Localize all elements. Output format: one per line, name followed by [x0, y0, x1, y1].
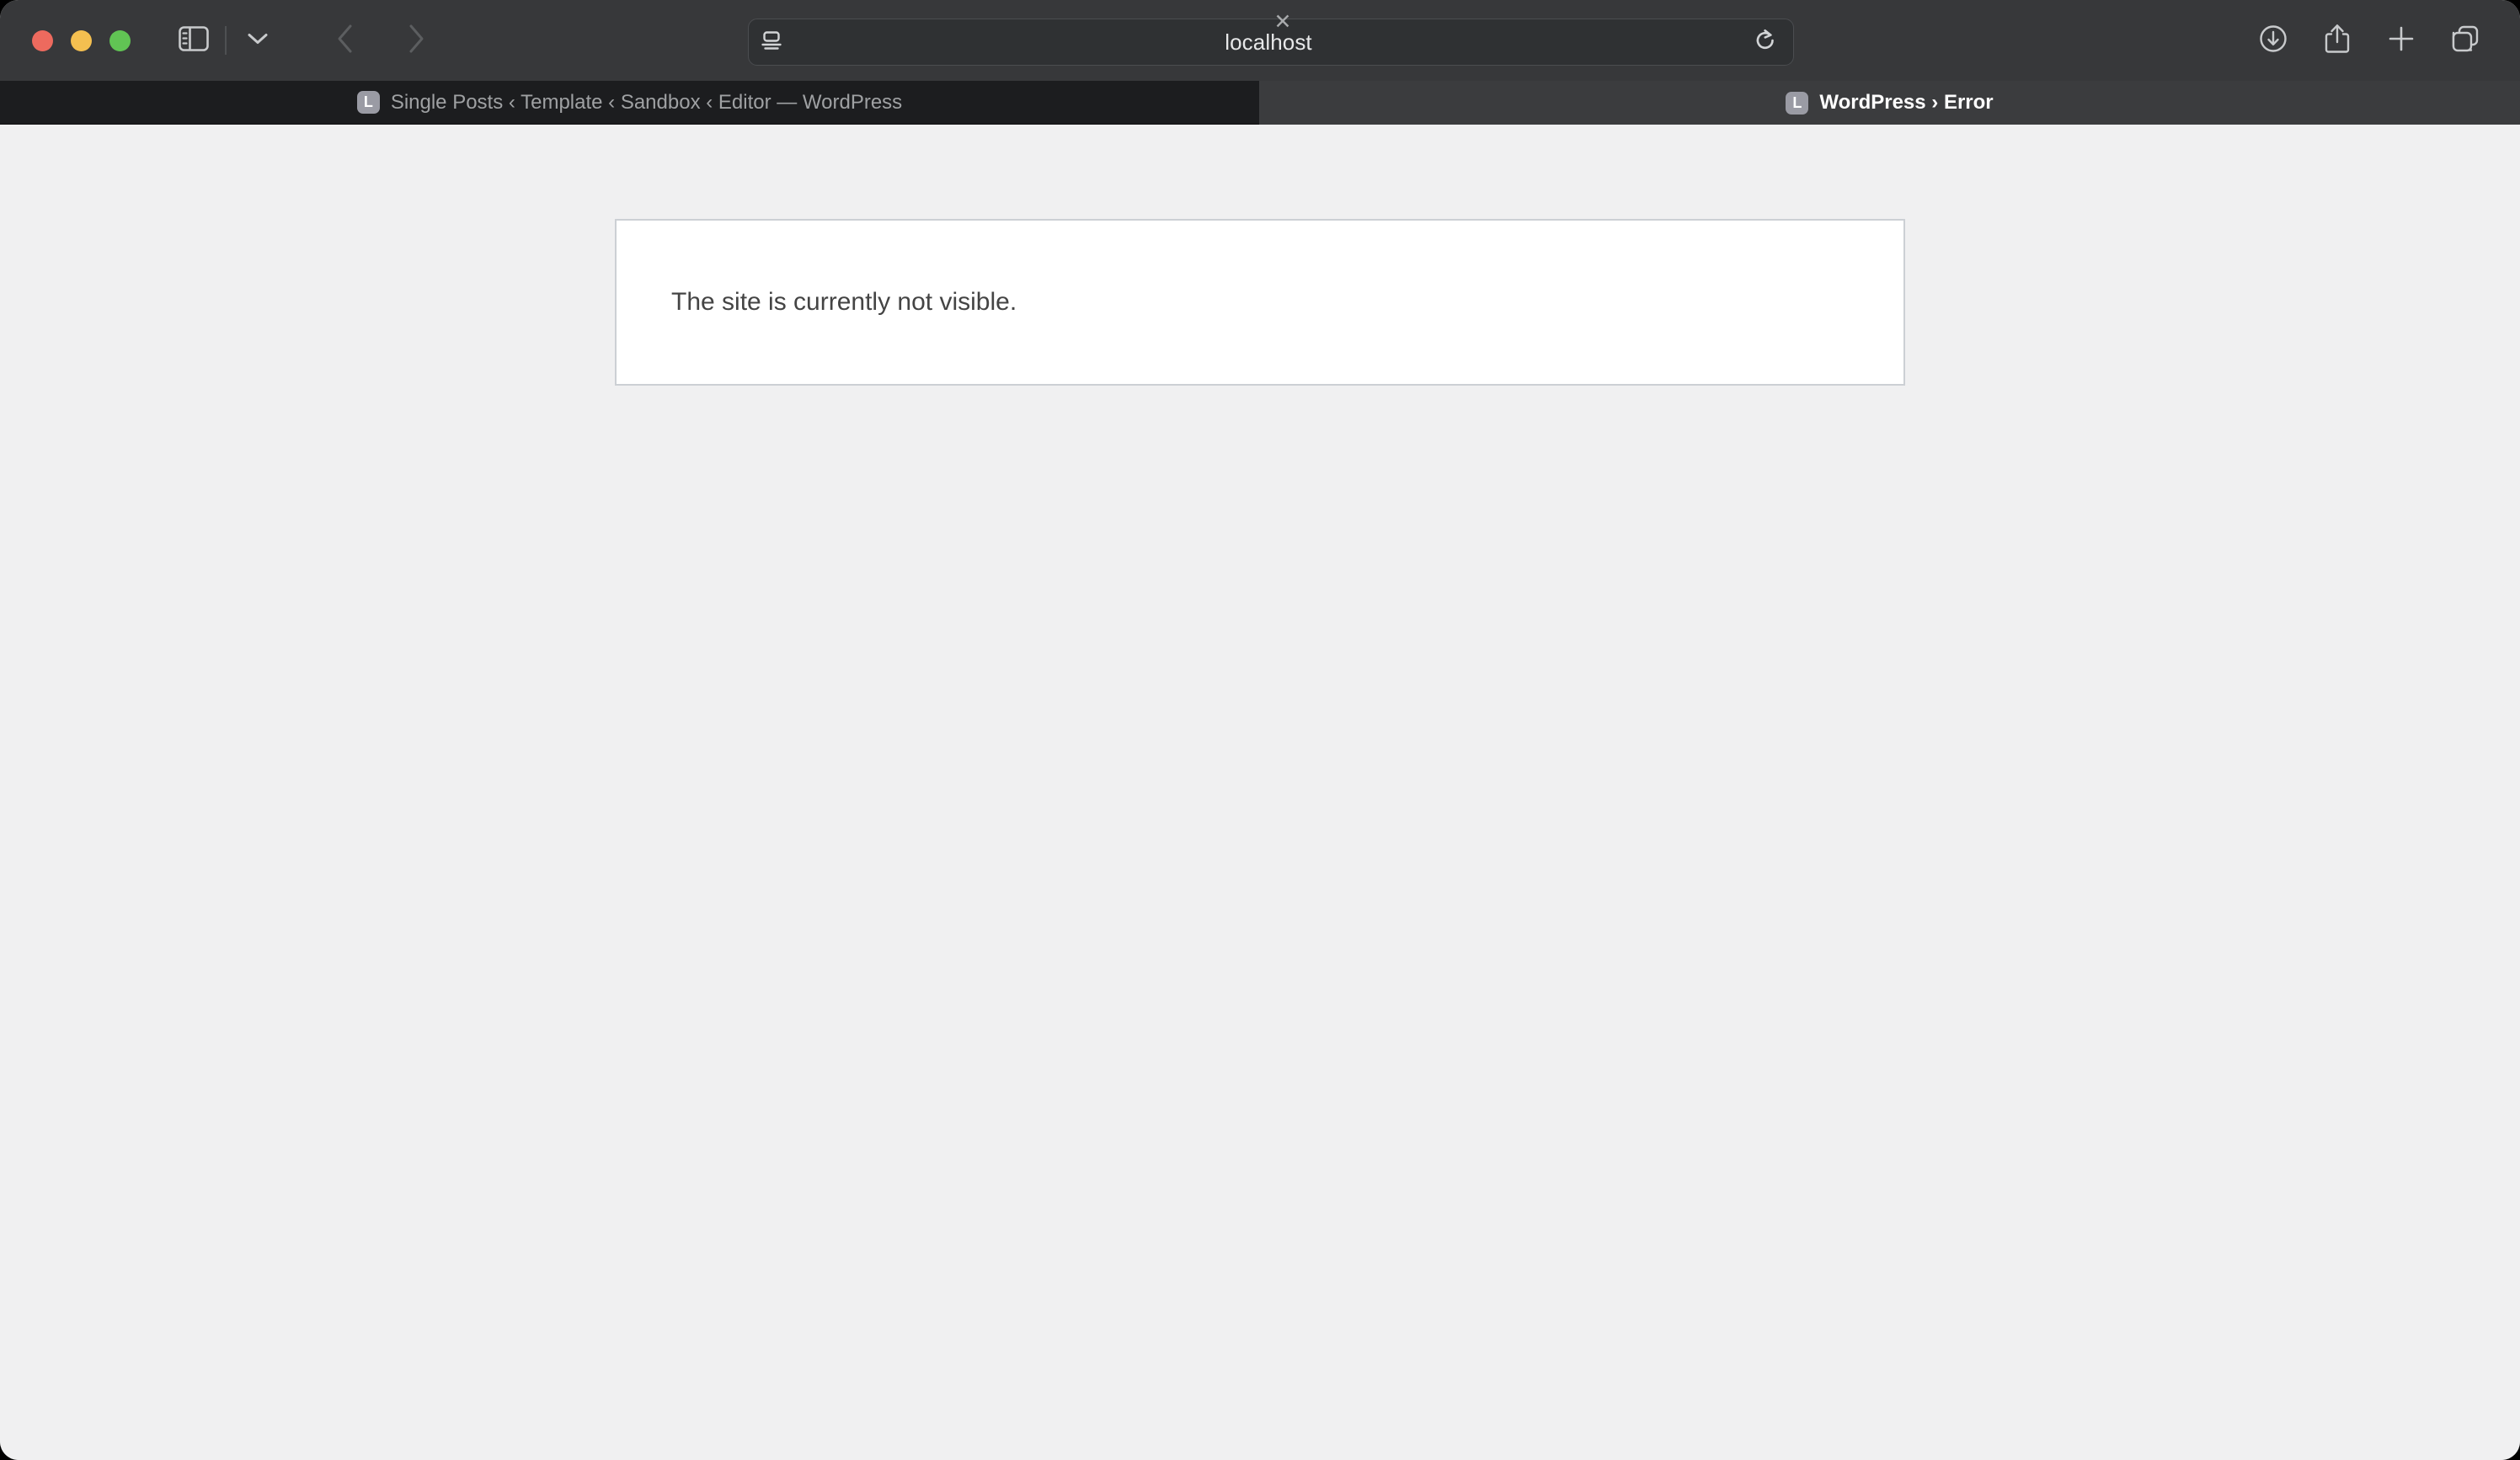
tab-overview-button[interactable] — [2439, 14, 2491, 67]
error-message: The site is currently not visible. — [671, 288, 1017, 316]
tab-title: WordPress › Error — [1819, 91, 1994, 114]
window-traffic-lights — [32, 29, 131, 51]
toolbar-right-icons — [2247, 0, 2491, 81]
share-icon — [2323, 23, 2352, 59]
sidebar-controls — [168, 14, 284, 67]
reader-button[interactable] — [749, 30, 794, 55]
forward-button[interactable] — [390, 14, 442, 67]
sidebar-menu-button[interactable] — [232, 14, 284, 67]
downloads-button[interactable] — [2247, 14, 2299, 67]
close-window-button[interactable] — [32, 29, 53, 51]
chevron-left-icon — [336, 24, 355, 58]
favicon: L — [1786, 91, 1809, 115]
tab-wordpress-error[interactable]: L WordPress › Error — [1259, 81, 2520, 125]
tab-bar: L Single Posts ‹ Template ‹ Sandbox ‹ Ed… — [0, 10, 2520, 125]
tab-single-posts[interactable]: L Single Posts ‹ Template ‹ Sandbox ‹ Ed… — [0, 81, 1259, 125]
close-tab-button[interactable]: ✕ — [1259, 0, 1306, 44]
toolbar-divider — [225, 26, 227, 55]
tab-title: Single Posts ‹ Template ‹ Sandbox ‹ Edit… — [390, 90, 903, 114]
sidebar-toggle-button[interactable] — [168, 14, 220, 67]
tab-overview-icon — [2450, 24, 2480, 58]
chevron-down-icon — [247, 32, 269, 50]
reader-icon — [761, 30, 782, 55]
navigation-controls — [319, 14, 442, 67]
reload-button[interactable] — [1743, 28, 1788, 57]
error-notice-card: The site is currently not visible. — [615, 219, 1905, 386]
minimize-window-button[interactable] — [71, 29, 92, 51]
chevron-right-icon — [407, 24, 425, 58]
sidebar-icon — [179, 25, 209, 56]
plus-icon — [2387, 24, 2416, 57]
download-icon — [2258, 24, 2288, 58]
favicon: L — [356, 91, 380, 114]
share-button[interactable] — [2311, 14, 2363, 67]
back-button[interactable] — [319, 14, 371, 67]
browser-window: localhost L Single Posts ‹ Template ‹ Sa… — [0, 0, 2520, 1460]
page-content: The site is currently not visible. — [0, 125, 2520, 1460]
reload-icon — [1753, 28, 1778, 57]
zoom-window-button[interactable] — [109, 29, 131, 51]
new-tab-button[interactable] — [2375, 14, 2427, 67]
